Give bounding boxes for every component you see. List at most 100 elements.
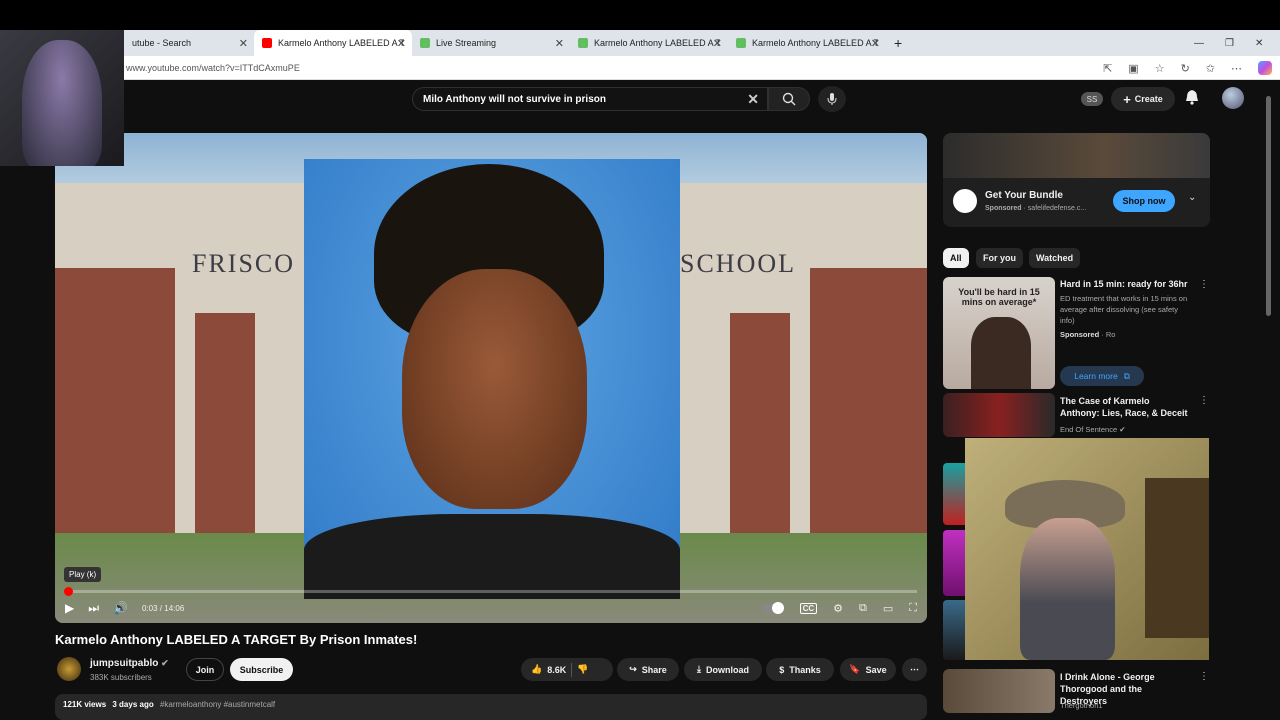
window-close-icon[interactable]: ✕	[1255, 30, 1263, 56]
ad-card[interactable]: Get Your Bundle Sponsored · safelifedefe…	[943, 133, 1210, 227]
microphone-icon	[827, 93, 837, 105]
create-label: Create	[1134, 94, 1163, 104]
play-icon[interactable]: ▶	[65, 601, 74, 615]
thumbnail-figure	[971, 317, 1031, 389]
restore-icon[interactable]: ❐	[1225, 30, 1234, 56]
voice-search-button[interactable]	[818, 86, 846, 112]
learn-more-label: Learn more	[1074, 371, 1118, 381]
create-button[interactable]: + Create	[1111, 87, 1175, 111]
browser-tab[interactable]: Karmelo Anthony LABELED A TAR ✕	[570, 30, 728, 56]
thanks-button[interactable]: $ Thanks	[766, 658, 834, 681]
autoplay-toggle-icon[interactable]	[761, 601, 784, 614]
captions-icon[interactable]: CC	[799, 602, 818, 614]
more-icon: ⋯	[910, 664, 919, 674]
search-icon	[782, 92, 796, 106]
view-count: 121K views	[63, 700, 107, 709]
play-tooltip: Play (k)	[64, 567, 102, 582]
rec-thumbnail-partial[interactable]	[943, 600, 965, 660]
bell-icon	[1186, 90, 1198, 105]
sponsored-label: Sponsored	[985, 205, 1022, 212]
miniplayer-icon[interactable]: ⧉	[859, 602, 867, 615]
save-button[interactable]: 🔖 Save	[840, 658, 896, 681]
description-box[interactable]: 121K views 3 days ago #karmeloanthony #a…	[55, 694, 927, 720]
next-icon[interactable]: ⏭	[88, 601, 99, 616]
browser-tab[interactable]: Live Streaming ✕	[412, 30, 570, 56]
more-vert-icon[interactable]: ⋮	[1199, 395, 1209, 406]
notifications-button[interactable]	[1185, 89, 1199, 110]
close-icon[interactable]: ✕	[713, 37, 722, 50]
shop-now-button[interactable]: Shop now	[1113, 190, 1175, 212]
join-button[interactable]: Join	[186, 658, 224, 681]
account-badge[interactable]: SS	[1081, 92, 1103, 106]
download-button[interactable]: ⤓ Download	[684, 658, 762, 681]
new-tab-button[interactable]: +	[886, 30, 910, 56]
video-progress-bar[interactable]	[64, 587, 917, 596]
thumbnail-text: You'll be hard in 15 mins on average*	[958, 287, 1040, 307]
mugshot-image	[304, 159, 680, 599]
close-icon[interactable]: ✕	[397, 37, 406, 50]
browser-tab-active[interactable]: Karmelo Anthony LABELED A TAR ✕	[254, 30, 412, 56]
channel-avatar[interactable]	[57, 657, 81, 681]
like-button[interactable]: 👍 8.6K	[531, 664, 566, 675]
youtube-favicon-icon	[262, 38, 272, 48]
ad-domain: safelifedefense.c...	[1027, 205, 1087, 212]
video-player[interactable]: FRISCO SCHOOL	[55, 133, 927, 623]
fullscreen-icon[interactable]: ⛶	[909, 602, 917, 615]
close-icon[interactable]: ✕	[555, 37, 564, 50]
settings-gear-icon[interactable]: ⚙	[833, 602, 843, 615]
chip-watched[interactable]: Watched	[1029, 248, 1081, 268]
more-vert-icon[interactable]: ⋮	[1199, 671, 1209, 682]
more-vert-icon[interactable]: ⋮	[1199, 279, 1209, 290]
browser-tab[interactable]: utube - Search ✕	[124, 30, 254, 56]
open-external-icon[interactable]: ⇱	[1103, 62, 1112, 75]
copilot-icon[interactable]	[1258, 61, 1272, 75]
favorite-star-icon[interactable]: ☆	[1155, 62, 1165, 75]
recommendation-item[interactable]: I Drink Alone - George Thorogood and the…	[943, 669, 1210, 713]
user-avatar[interactable]	[1222, 87, 1244, 109]
brick-wall	[55, 268, 175, 538]
rec-thumbnail-partial[interactable]	[943, 530, 965, 596]
address-bar[interactable]: www.youtube.com/watch?v=ITTdCAxmuPE ⇱ ▣ …	[0, 56, 1280, 80]
chevron-down-icon[interactable]: ⌄	[1188, 192, 1196, 203]
shirt	[304, 514, 680, 599]
webcam-overlay-bottom	[965, 438, 1209, 660]
channel-name[interactable]: jumpsuitpablo ✔	[90, 658, 169, 669]
webcam-person	[1020, 518, 1115, 660]
share-button[interactable]: ↪ Share	[617, 658, 679, 681]
url-text[interactable]: www.youtube.com/watch?v=ITTdCAxmuPE	[126, 63, 300, 73]
share-icon: ↪	[629, 664, 637, 674]
close-icon[interactable]: ✕	[239, 37, 248, 50]
more-actions-button[interactable]: ⋯	[902, 658, 927, 681]
recommendation-item[interactable]: The Case of Karmelo Anthony: Lies, Race,…	[943, 393, 1210, 437]
hashtags[interactable]: #karmeloanthony #austinmetcalf	[160, 700, 275, 709]
close-icon[interactable]: ✕	[871, 37, 880, 50]
favorites-icon[interactable]: ✩	[1206, 62, 1215, 75]
chip-for-you[interactable]: For you	[976, 248, 1023, 268]
subscribe-button[interactable]: Subscribe	[230, 658, 293, 681]
learn-more-button[interactable]: Learn more ⧉	[1060, 366, 1144, 386]
minimize-icon[interactable]: —	[1194, 30, 1204, 56]
tab-label: utube - Search	[132, 38, 192, 48]
refresh-icon[interactable]: ↻	[1181, 62, 1190, 75]
theater-mode-icon[interactable]: ▭	[883, 602, 893, 615]
ad-logo	[953, 189, 977, 213]
verified-icon: ✔	[161, 658, 169, 668]
rec-thumbnail-partial[interactable]	[943, 463, 965, 525]
time-total: 14:06	[164, 603, 185, 613]
rec-thumbnail: You'll be hard in 15 mins on average*	[943, 277, 1055, 389]
volume-icon[interactable]: 🔊	[113, 601, 128, 615]
search-input[interactable]: Milo Anthony will not survive in prison …	[412, 87, 768, 111]
verified-icon: ✔	[1119, 425, 1126, 434]
browser-tab[interactable]: Karmelo Anthony LABELED A TAR ✕	[728, 30, 886, 56]
search-button[interactable]	[768, 87, 810, 111]
app-icon[interactable]: ▣	[1128, 62, 1138, 75]
bookmark-icon: 🔖	[849, 664, 861, 674]
share-label: Share	[641, 664, 667, 675]
dislike-button[interactable]: 👎	[577, 664, 588, 675]
page-scrollbar[interactable]	[1266, 96, 1271, 316]
ad-banner-image	[943, 133, 1210, 178]
clear-search-icon[interactable]: ✕	[747, 91, 759, 108]
chip-all[interactable]: All	[943, 248, 969, 268]
more-icon[interactable]: ⋯	[1231, 62, 1242, 75]
thumbs-down-icon: 👎	[577, 664, 589, 674]
